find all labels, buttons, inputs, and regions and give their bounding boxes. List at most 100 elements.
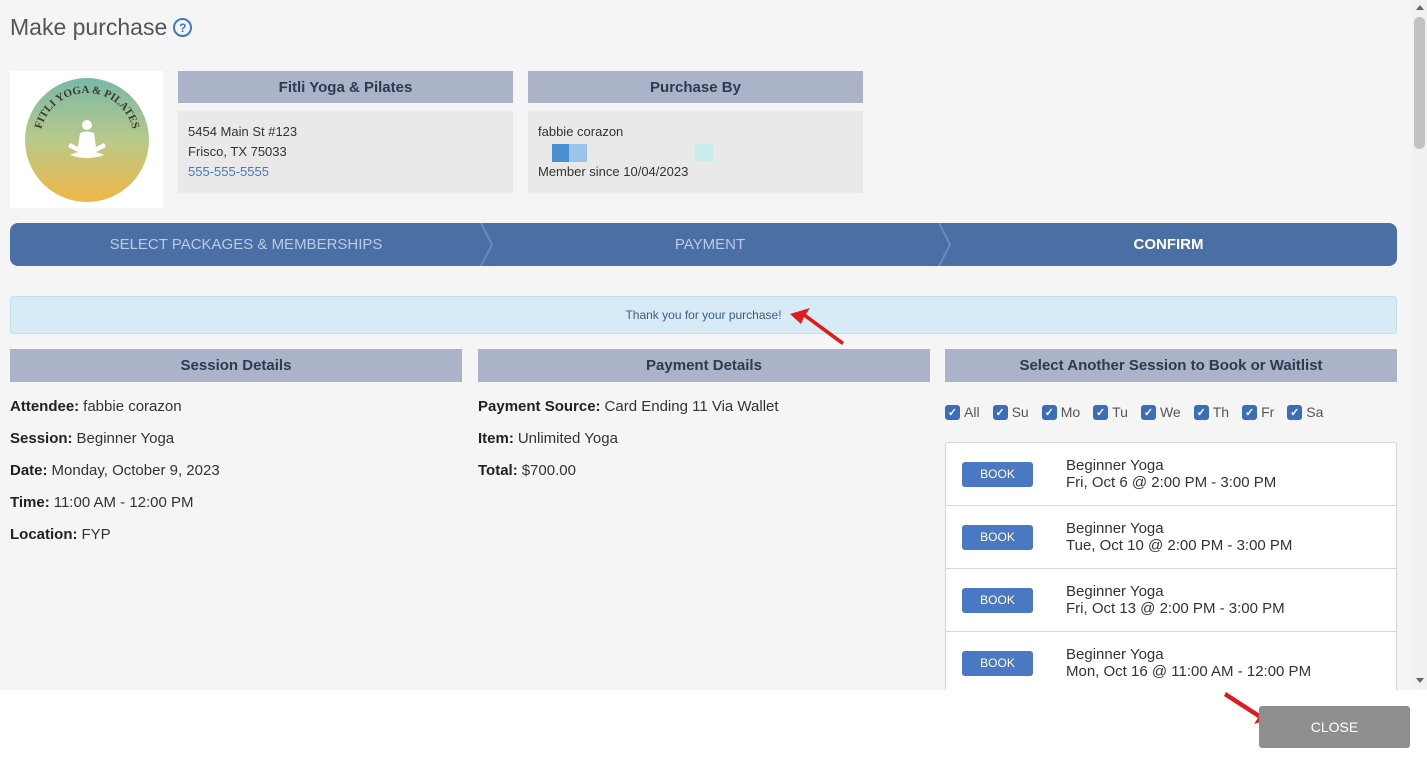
session-detail-row: Location: FYP [10, 518, 462, 550]
day-filter-label: Tu [1112, 404, 1128, 420]
studio-logo-image: FITLI YOGA & PILATES [24, 77, 149, 202]
payment-detail-value: Unlimited Yoga [517, 429, 618, 447]
session-info: Beginner Yoga Tue, Oct 10 @ 2:00 PM - 3:0… [1066, 520, 1292, 554]
purchaser-info: fabbie corazon Member since 10/04/2023 [528, 111, 863, 193]
session-detail-value: fabbie corazon [83, 397, 182, 415]
session-detail-label: Date: [10, 461, 48, 479]
session-list-item: BOOK Beginner Yoga Fri, Oct 6 @ 2:00 PM - … [946, 443, 1396, 506]
session-name: Beginner Yoga [1066, 520, 1164, 537]
session-detail-value: FYP [81, 525, 111, 543]
payment-detail-label: Total: [478, 461, 518, 479]
session-when: Fri, Oct 6 @ 2:00 PM - 3:00 PM [1066, 474, 1277, 491]
checkbox-checked-icon[interactable]: ✓ [1140, 404, 1156, 420]
scroll-down-arrow-icon[interactable] [1416, 678, 1424, 683]
checkout-stepper: SELECT PACKAGES & MEMBERSHIPS PAYMENT CO… [10, 223, 1397, 266]
vertical-scrollbar[interactable] [1412, 0, 1427, 690]
modal-content: Make purchase ? FITLI YOGA & PILATES Fit… [0, 0, 1427, 690]
session-info: Beginner Yoga Fri, Oct 13 @ 2:00 PM - 3:0… [1066, 583, 1285, 617]
session-name: Beginner Yoga [1066, 457, 1164, 474]
day-filter-we[interactable]: ✓ We [1140, 404, 1181, 420]
session-list-item: BOOK Beginner Yoga Mon, Oct 16 @ 11:00 AM … [946, 632, 1396, 690]
session-detail-row: Attendee: fabbie corazon [10, 390, 462, 422]
scroll-up-arrow-icon[interactable] [1416, 5, 1424, 10]
session-detail-value: Monday, October 9, 2023 [51, 461, 220, 479]
page-title: Make purchase ? [10, 14, 193, 41]
session-when: Fri, Oct 13 @ 2:00 PM - 3:00 PM [1066, 600, 1285, 617]
session-detail-label: Time: [10, 493, 50, 511]
session-detail-value: Beginner Yoga [76, 429, 175, 447]
payment-detail-value: $700.00 [521, 461, 576, 479]
payment-detail-value: Card Ending 11 Via Wallet [604, 397, 779, 415]
day-filter-label: Sa [1306, 404, 1324, 420]
payment-detail-row: Item: Unlimited Yoga [478, 422, 930, 454]
session-detail-label: Attendee: [10, 397, 80, 415]
session-detail-value: 11:00 AM - 12:00 PM [53, 493, 194, 511]
session-details-panel: Session Details Attendee: fabbie corazon S… [10, 349, 462, 550]
book-button[interactable]: BOOK [962, 461, 1033, 487]
session-info: Beginner Yoga Fri, Oct 6 @ 2:00 PM - 3:00… [1066, 457, 1276, 491]
day-filter-label: Fr [1261, 404, 1275, 420]
purchaser-card: Purchase By fabbie corazon Member since … [528, 71, 863, 193]
session-list: BOOK Beginner Yoga Fri, Oct 6 @ 2:00 PM - … [945, 442, 1397, 690]
studio-logo: FITLI YOGA & PILATES [10, 71, 163, 208]
question-circle-icon[interactable]: ? [173, 18, 193, 37]
book-button[interactable]: BOOK [962, 650, 1033, 676]
session-detail-row: Session: Beginner Yoga [10, 422, 462, 454]
payment-details-panel: Payment Details Payment Source: Card Endi… [478, 349, 930, 486]
studio-name: Fitli Yoga & Pilates [178, 71, 513, 103]
session-name: Beginner Yoga [1066, 583, 1164, 600]
book-button[interactable]: BOOK [962, 587, 1033, 613]
day-filter-label: Su [1011, 404, 1029, 420]
purchaser-name: fabbie corazon [538, 124, 624, 139]
checkbox-checked-icon[interactable]: ✓ [1242, 404, 1258, 420]
step-select-packages[interactable]: SELECT PACKAGES & MEMBERSHIPS [10, 223, 482, 266]
day-filter-label: Mo [1060, 404, 1081, 420]
checkbox-checked-icon[interactable]: ✓ [1193, 404, 1209, 420]
close-button[interactable]: CLOSE [1259, 706, 1410, 748]
checkbox-checked-icon[interactable]: ✓ [1041, 404, 1057, 420]
address-line-2: Frisco, TX 75033 [188, 144, 287, 159]
checkbox-checked-icon[interactable]: ✓ [992, 404, 1008, 420]
step-confirm[interactable]: CONFIRM [940, 223, 1397, 266]
studio-phone-link[interactable]: 555-555-5555 [188, 162, 503, 182]
redacted-contact [538, 142, 853, 162]
payment-detail-row: Payment Source: Card Ending 11 Via Wallet [478, 390, 930, 422]
day-filter-th[interactable]: ✓ Th [1193, 404, 1230, 420]
day-filter-su[interactable]: ✓ Su [992, 404, 1029, 420]
day-filter-mo[interactable]: ✓ Mo [1041, 404, 1081, 420]
studio-address: 5454 Main St #123 Frisco, TX 75033 555-5… [178, 111, 513, 193]
payment-detail-label: Payment Source: [478, 397, 601, 415]
success-notice: Thank you for your purchase! [10, 296, 1397, 334]
day-filter-tu[interactable]: ✓ Tu [1093, 404, 1128, 420]
page-title-text: Make purchase [10, 14, 168, 40]
another-session-panel: Select Another Session to Book or Waitli… [945, 349, 1397, 382]
session-detail-row: Time: 11:00 AM - 12:00 PM [10, 486, 462, 518]
session-list-item: BOOK Beginner Yoga Fri, Oct 13 @ 2:00 PM -… [946, 569, 1396, 632]
checkbox-checked-icon[interactable]: ✓ [1287, 404, 1303, 420]
session-list-item: BOOK Beginner Yoga Tue, Oct 10 @ 2:00 PM -… [946, 506, 1396, 569]
session-detail-row: Date: Monday, October 9, 2023 [10, 454, 462, 486]
book-button[interactable]: BOOK [962, 524, 1033, 550]
session-info: Beginner Yoga Mon, Oct 16 @ 11:00 AM - 12… [1066, 646, 1311, 680]
payment-details-header: Payment Details [478, 349, 930, 382]
session-when: Mon, Oct 16 @ 11:00 AM - 12:00 PM [1066, 663, 1312, 680]
day-filter-all[interactable]: ✓ All [945, 404, 980, 420]
another-session-header: Select Another Session to Book or Waitli… [945, 349, 1397, 382]
payment-detail-row: Total: $700.00 [478, 454, 930, 486]
day-filter-group: ✓ All ✓ Su ✓ Mo ✓ Tu ✓ We ✓ Th ✓ Fr ✓ Sa [945, 404, 1336, 420]
day-filter-fr[interactable]: ✓ Fr [1242, 404, 1274, 420]
session-when: Tue, Oct 10 @ 2:00 PM - 3:00 PM [1066, 537, 1293, 554]
step-payment[interactable]: PAYMENT [482, 223, 938, 266]
day-filter-label: Th [1212, 404, 1230, 420]
day-filter-sa[interactable]: ✓ Sa [1287, 404, 1323, 420]
payment-detail-label: Item: [478, 429, 514, 447]
checkbox-checked-icon[interactable]: ✓ [945, 404, 960, 420]
studio-card: Fitli Yoga & Pilates 5454 Main St #123 F… [178, 71, 513, 193]
session-name: Beginner Yoga [1066, 646, 1164, 663]
annotation-arrow-icon [790, 308, 844, 345]
scroll-thumb[interactable] [1414, 17, 1425, 149]
session-detail-label: Location: [10, 525, 78, 543]
member-since: Member since 10/04/2023 [538, 164, 689, 179]
session-details-header: Session Details [10, 349, 462, 382]
checkbox-checked-icon[interactable]: ✓ [1093, 404, 1109, 420]
